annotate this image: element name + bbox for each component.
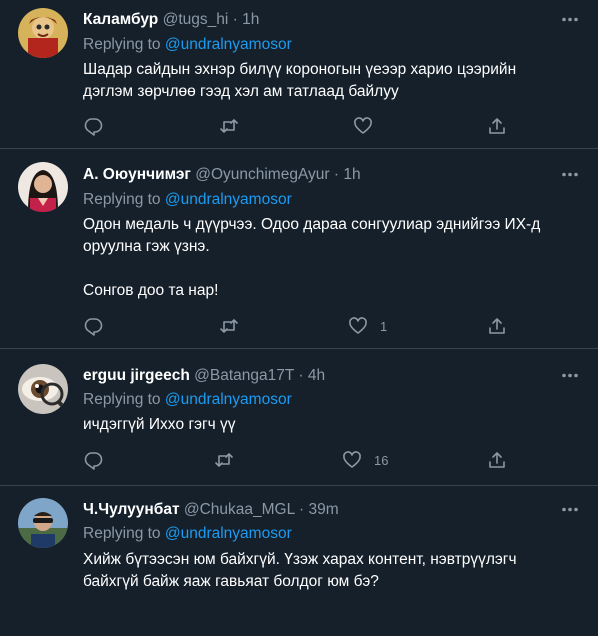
share-button[interactable] xyxy=(487,450,507,470)
replying-to: Replying to @undralnyamosor xyxy=(83,524,292,543)
display-name[interactable]: Каламбур xyxy=(83,11,158,28)
tweet-text: Одон медаль ч дүүрчээ. Одоо дараа сонгуу… xyxy=(83,216,541,299)
avatar[interactable] xyxy=(18,498,68,548)
tweet-header: Каламбур @tugs_hi · 1h xyxy=(83,10,259,29)
separator-dot: · xyxy=(298,367,304,384)
user-handle[interactable]: @OyunchimegAyur xyxy=(195,166,329,183)
reply-icon xyxy=(84,452,103,470)
mention-link[interactable]: @undralnyamosor xyxy=(165,191,292,208)
tweet-3[interactable]: erguu jirgeech @Batanga17T · 4h Replying… xyxy=(0,349,598,485)
retweet-button[interactable] xyxy=(219,316,239,336)
more-icon xyxy=(562,507,578,512)
reply-button[interactable] xyxy=(83,450,103,470)
replying-to: Replying to @undralnyamosor xyxy=(83,35,292,54)
avatar[interactable] xyxy=(18,162,68,212)
user-handle[interactable]: @tugs_hi xyxy=(163,11,229,28)
retweet-button[interactable] xyxy=(219,116,239,136)
mention-link[interactable]: @undralnyamosor xyxy=(165,525,292,542)
retweet-icon xyxy=(220,319,238,333)
retweet-icon xyxy=(215,453,233,467)
replying-to-label: Replying to xyxy=(83,191,161,208)
avatar[interactable] xyxy=(18,8,68,58)
timestamp[interactable]: 1h xyxy=(343,166,360,183)
avatar[interactable] xyxy=(18,364,68,414)
share-button[interactable] xyxy=(487,316,507,336)
tweet-header: Ч.Чулуунбат @Chukaa_MGL · 39m xyxy=(83,500,339,519)
like-button[interactable] xyxy=(353,116,385,136)
share-icon xyxy=(489,452,505,468)
reply-button[interactable] xyxy=(83,316,103,336)
separator-dot: · xyxy=(333,166,340,183)
timestamp[interactable]: 4h xyxy=(308,367,325,384)
replying-to: Replying to @undralnyamosor xyxy=(83,190,292,209)
heart-icon xyxy=(343,451,361,468)
heart-icon xyxy=(354,117,372,134)
tweet-4[interactable]: Ч.Чулуунбат @Chukaa_MGL · 39m Replying t… xyxy=(0,486,598,636)
tweet-1[interactable]: Каламбур @tugs_hi · 1h Replying to @undr… xyxy=(0,0,598,148)
tweet-header: erguu jirgeech @Batanga17T · 4h xyxy=(83,366,325,385)
like-count: 1 xyxy=(380,318,388,334)
retweet-button[interactable] xyxy=(214,450,234,470)
like-button[interactable]: 1 xyxy=(348,316,387,336)
share-button[interactable] xyxy=(487,116,507,136)
replying-to: Replying to @undralnyamosor xyxy=(83,390,292,409)
mention-link[interactable]: @undralnyamosor xyxy=(165,391,292,408)
user-handle[interactable]: @Chukaa_MGL xyxy=(184,501,295,518)
share-icon xyxy=(489,318,505,334)
replying-to-label: Replying to xyxy=(83,525,161,542)
display-name[interactable]: erguu jirgeech xyxy=(83,367,190,384)
more-button[interactable] xyxy=(560,500,580,519)
more-button[interactable] xyxy=(560,10,580,29)
like-count: 16 xyxy=(374,452,389,468)
replying-to-label: Replying to xyxy=(83,391,161,408)
more-button[interactable] xyxy=(560,165,580,184)
mention-link[interactable]: @undralnyamosor xyxy=(165,36,292,53)
tweet-text: Хийж бүтээсэн юм байхгүй. Үзэж харах кон… xyxy=(83,551,517,590)
retweet-icon xyxy=(220,119,238,133)
separator-dot: · xyxy=(232,11,238,28)
reply-button[interactable] xyxy=(83,116,103,136)
timestamp[interactable]: 39m xyxy=(308,501,338,518)
tweet-2[interactable]: А. Оюунчимэг @OyunchimegAyur · 1h Replyi… xyxy=(0,149,598,348)
replying-to-label: Replying to xyxy=(83,36,161,53)
display-name[interactable]: А. Оюунчимэг xyxy=(83,166,191,183)
user-handle[interactable]: @Batanga17T xyxy=(194,367,294,384)
reply-icon xyxy=(84,318,103,336)
more-button[interactable] xyxy=(560,366,580,385)
heart-icon xyxy=(349,317,367,334)
more-icon xyxy=(562,17,578,22)
more-icon xyxy=(562,172,578,177)
display-name[interactable]: Ч.Чулуунбат xyxy=(83,501,180,518)
tweet-text: ичдэггүй Ихxо гэгч үү xyxy=(83,416,236,433)
tweet-text: Шадар сайдын эхнэр билүү короногын үеээр… xyxy=(83,61,517,100)
more-icon xyxy=(562,373,578,378)
timestamp[interactable]: 1h xyxy=(242,11,259,28)
like-button[interactable]: 16 xyxy=(342,450,388,470)
separator-dot: · xyxy=(298,501,305,518)
share-icon xyxy=(489,118,505,134)
tweet-header: А. Оюунчимэг @OyunchimegAyur · 1h xyxy=(83,165,361,184)
reply-icon xyxy=(84,118,103,136)
